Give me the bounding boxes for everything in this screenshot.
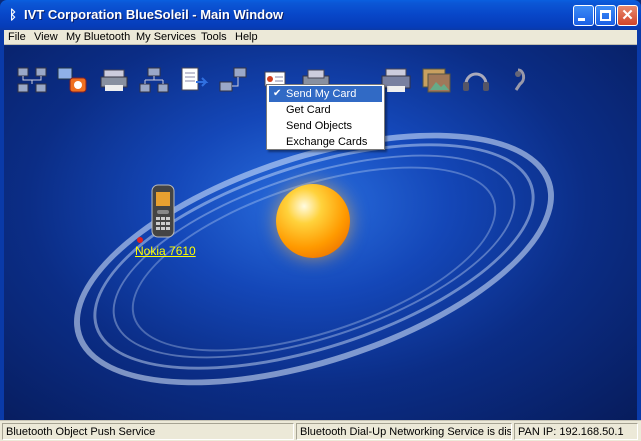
dialup-icon[interactable]: [56, 66, 88, 94]
audio-gateway-icon[interactable]: [500, 66, 532, 94]
status-service: Bluetooth Object Push Service: [2, 423, 294, 440]
popup-item-send-my-card[interactable]: ✔ Send My Card: [269, 86, 382, 102]
close-button[interactable]: ✕: [617, 5, 638, 26]
menu-view[interactable]: View: [34, 30, 58, 45]
popup-item-get-card[interactable]: Get Card: [269, 102, 382, 118]
service-popup-menu: ✔ Send My Card Get Card Send Objects Exc…: [266, 84, 385, 150]
popup-item-label: Send My Card: [286, 88, 357, 100]
menu-file[interactable]: File: [8, 30, 26, 45]
network-icon[interactable]: [16, 66, 48, 94]
network-access-icon[interactable]: [218, 66, 250, 94]
window-frame-right: [637, 30, 641, 421]
file-transfer-icon[interactable]: [178, 66, 210, 94]
close-icon: ✕: [621, 7, 634, 24]
maximize-button[interactable]: [595, 5, 616, 26]
image-icon[interactable]: [420, 66, 452, 94]
popup-item-send-objects[interactable]: Send Objects: [269, 118, 382, 134]
lan-icon[interactable]: [138, 66, 170, 94]
window-title: IVT Corporation BlueSoleil - Main Window: [24, 7, 284, 22]
menu-my-services[interactable]: My Services: [136, 30, 196, 45]
headset-icon[interactable]: [460, 66, 492, 94]
popup-item-label: Exchange Cards: [286, 136, 368, 148]
printer-icon[interactable]: [98, 66, 130, 94]
maximize-icon: [600, 10, 611, 21]
device-label[interactable]: Nokia 7610: [135, 244, 196, 258]
menu-help[interactable]: Help: [235, 30, 258, 45]
connection-status-dot: [137, 237, 143, 243]
menu-bar: File View My Bluetooth My Services Tools…: [0, 30, 641, 45]
status-bar: Bluetooth Object Push Service Bluetooth …: [0, 420, 641, 441]
bluetooth-icon: ᛒ: [9, 7, 17, 22]
menu-my-bluetooth[interactable]: My Bluetooth: [66, 30, 130, 45]
check-icon: ✔: [273, 88, 282, 99]
status-dialup: Bluetooth Dial-Up Networking Service is …: [296, 423, 512, 440]
menu-tools[interactable]: Tools: [201, 30, 227, 45]
local-device-sphere[interactable]: [276, 184, 350, 258]
status-pan-ip: PAN IP: 192.168.50.1: [514, 423, 638, 440]
title-bar: ᛒ IVT Corporation BlueSoleil - Main Wind…: [0, 0, 641, 30]
popup-item-label: Send Objects: [286, 120, 353, 132]
minimize-icon: [578, 18, 585, 21]
popup-item-label: Get Card: [286, 104, 331, 116]
minimize-button[interactable]: [573, 5, 594, 26]
popup-item-exchange-cards[interactable]: Exchange Cards: [269, 134, 382, 150]
mobile-phone-icon[interactable]: [148, 184, 178, 238]
